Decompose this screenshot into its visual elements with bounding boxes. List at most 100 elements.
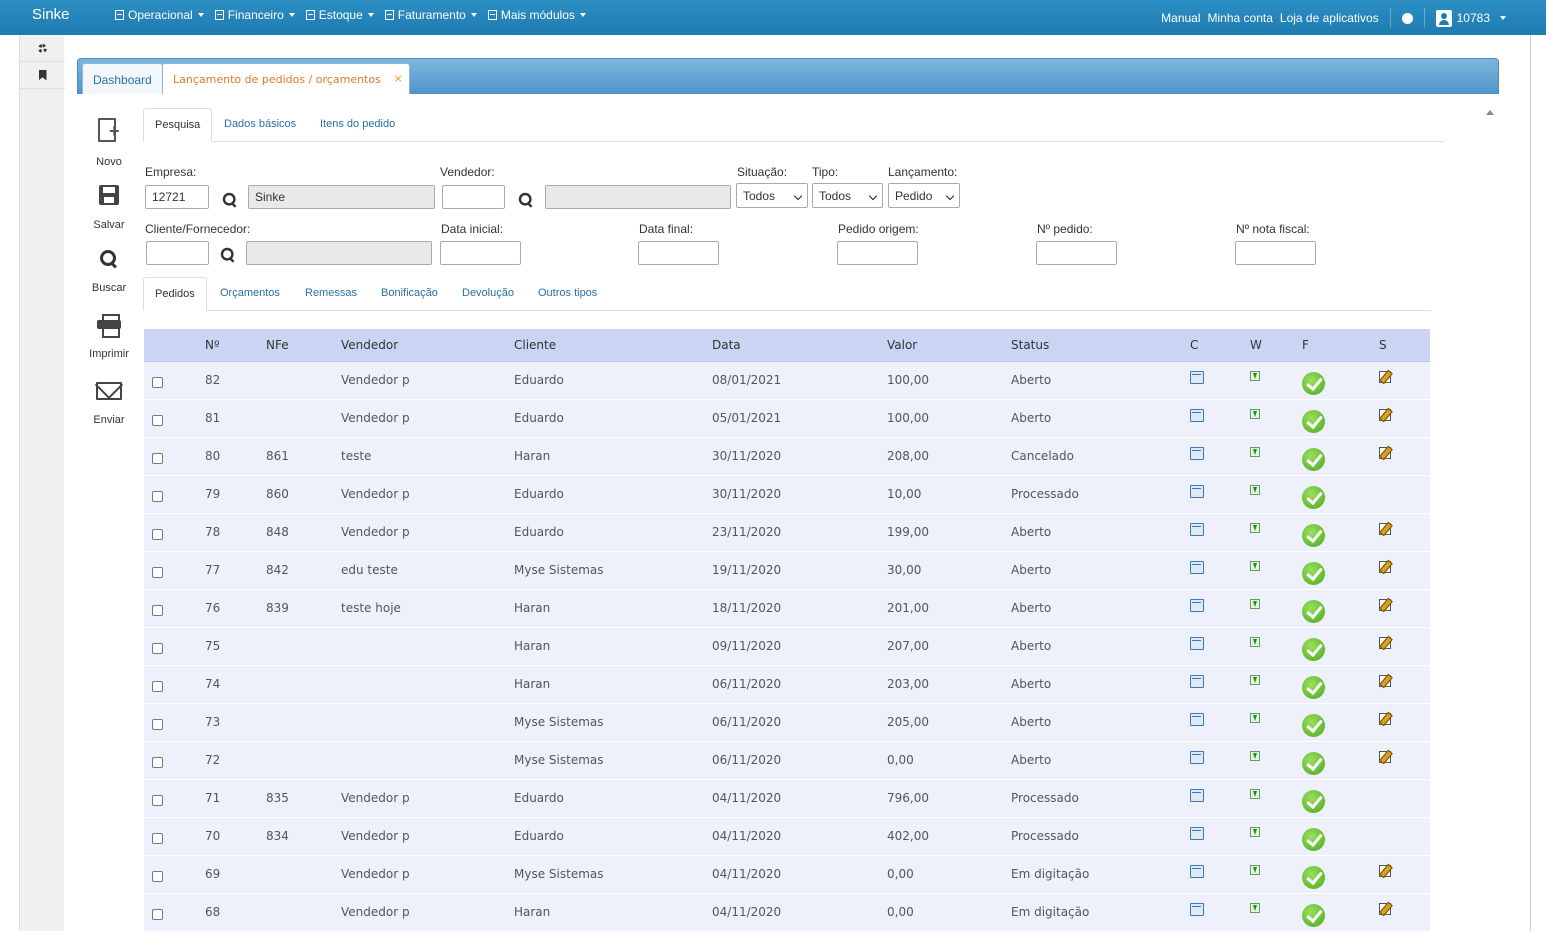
row-checkbox[interactable]	[152, 909, 163, 920]
edit-icon[interactable]	[1379, 409, 1391, 421]
situacao-select[interactable]: Todos	[736, 183, 808, 208]
novo-button[interactable]: Novo	[86, 118, 132, 168]
download-icon[interactable]	[1250, 599, 1260, 609]
menu-estoque[interactable]: Estoque	[305, 8, 374, 22]
download-icon[interactable]	[1250, 447, 1260, 457]
check-circle-icon[interactable]	[1302, 790, 1325, 813]
row-checkbox[interactable]	[152, 643, 163, 654]
row-checkbox[interactable]	[152, 491, 163, 502]
vendedor-search-icon[interactable]	[518, 192, 533, 207]
check-circle-icon[interactable]	[1302, 714, 1325, 737]
vendedor-code-input[interactable]	[442, 185, 505, 209]
table-row[interactable]: 79 860 Vendedor p Eduardo 30/11/2020 10,00 Pro…	[144, 476, 1430, 514]
data-inicial-input[interactable]	[440, 241, 521, 265]
download-icon[interactable]	[1250, 637, 1260, 647]
row-checkbox[interactable]	[152, 833, 163, 844]
check-circle-icon[interactable]	[1302, 676, 1325, 699]
calendar-icon[interactable]	[1190, 409, 1204, 422]
download-icon[interactable]	[1250, 789, 1260, 799]
settings-button[interactable]	[20, 35, 65, 62]
row-checkbox[interactable]	[152, 757, 163, 768]
tab-itens-pedido[interactable]: Itens do pedido	[309, 108, 406, 142]
download-icon[interactable]	[1250, 751, 1260, 761]
empresa-code-input[interactable]	[145, 185, 209, 209]
edit-icon[interactable]	[1379, 865, 1391, 877]
calendar-icon[interactable]	[1190, 865, 1204, 878]
tab-pesquisa[interactable]: Pesquisa	[143, 108, 213, 142]
row-checkbox[interactable]	[152, 681, 163, 692]
tab-remessas[interactable]: Remessas	[294, 277, 368, 311]
menu-financeiro[interactable]: Financeiro	[214, 8, 295, 22]
tab-outros-tipos[interactable]: Outros tipos	[527, 277, 608, 311]
check-circle-icon[interactable]	[1302, 486, 1325, 509]
download-icon[interactable]	[1250, 865, 1260, 875]
close-icon[interactable]: ×	[394, 72, 403, 85]
col-cliente[interactable]: Cliente	[514, 338, 556, 352]
calendar-icon[interactable]	[1190, 485, 1204, 498]
tab-dashboard[interactable]: Dashboard	[82, 63, 163, 94]
manual-link[interactable]: Manual	[1161, 11, 1200, 25]
check-circle-icon[interactable]	[1302, 524, 1325, 547]
check-circle-icon[interactable]	[1302, 448, 1325, 471]
calendar-icon[interactable]	[1190, 637, 1204, 650]
check-circle-icon[interactable]	[1302, 638, 1325, 661]
cliente-search-icon[interactable]	[220, 247, 235, 262]
calendar-icon[interactable]	[1190, 789, 1204, 802]
check-circle-icon[interactable]	[1302, 866, 1325, 889]
calendar-icon[interactable]	[1190, 751, 1204, 764]
calendar-icon[interactable]	[1190, 675, 1204, 688]
check-circle-icon[interactable]	[1302, 372, 1325, 395]
download-icon[interactable]	[1250, 903, 1260, 913]
tab-pedidos[interactable]: Pedidos	[143, 277, 207, 311]
table-row[interactable]: 77 842 edu teste Myse Sistemas 19/11/2020 30,…	[144, 552, 1430, 590]
row-checkbox[interactable]	[152, 529, 163, 540]
num-pedido-input[interactable]	[1036, 241, 1117, 265]
download-icon[interactable]	[1250, 675, 1260, 685]
row-checkbox[interactable]	[152, 605, 163, 616]
check-circle-icon[interactable]	[1302, 904, 1325, 927]
pedido-origem-input[interactable]	[837, 241, 918, 265]
calendar-icon[interactable]	[1190, 523, 1204, 536]
check-circle-icon[interactable]	[1302, 828, 1325, 851]
table-row[interactable]: 68 Vendedor p Haran 04/11/2020 0,00 Em digita…	[144, 894, 1430, 932]
table-row[interactable]: 72 Myse Sistemas 06/11/2020 0,00 Aberto	[144, 742, 1430, 780]
minha-conta-link[interactable]: Minha conta	[1208, 11, 1273, 25]
col-nfe[interactable]: NFe	[266, 338, 289, 352]
check-circle-icon[interactable]	[1302, 410, 1325, 433]
enviar-button[interactable]: Enviar	[86, 382, 132, 426]
menu-operacional[interactable]: Operacional	[115, 8, 204, 22]
loja-aplicativos-link[interactable]: Loja de aplicativos	[1280, 11, 1379, 25]
brand-logo[interactable]: Sinke	[32, 6, 70, 23]
row-checkbox[interactable]	[152, 795, 163, 806]
table-row[interactable]: 69 Vendedor p Myse Sistemas 04/11/2020 0,00 E…	[144, 856, 1430, 894]
calendar-icon[interactable]	[1190, 713, 1204, 726]
cliente-code-input[interactable]	[146, 241, 209, 265]
user-menu[interactable]: 10783	[1435, 9, 1506, 27]
calendar-icon[interactable]	[1190, 827, 1204, 840]
lancamento-select[interactable]: Pedido	[888, 183, 960, 208]
download-icon[interactable]	[1250, 827, 1260, 837]
download-icon[interactable]	[1250, 485, 1260, 495]
scroll-up-arrow-icon[interactable]	[1486, 110, 1494, 115]
calendar-icon[interactable]	[1190, 561, 1204, 574]
row-checkbox[interactable]	[152, 453, 163, 464]
edit-icon[interactable]	[1379, 371, 1391, 383]
table-row[interactable]: 73 Myse Sistemas 06/11/2020 205,00 Aberto	[144, 704, 1430, 742]
row-checkbox[interactable]	[152, 567, 163, 578]
edit-icon[interactable]	[1379, 713, 1391, 725]
check-circle-icon[interactable]	[1302, 562, 1325, 585]
download-icon[interactable]	[1250, 713, 1260, 723]
menu-mais-modulos[interactable]: Mais módulos	[487, 8, 586, 22]
tab-bonificacao[interactable]: Bonificação	[370, 277, 449, 311]
buscar-button[interactable]: Buscar	[86, 250, 132, 294]
download-icon[interactable]	[1250, 523, 1260, 533]
globe-icon[interactable]	[1401, 12, 1413, 24]
empresa-search-icon[interactable]	[222, 192, 237, 207]
bookmark-button[interactable]	[20, 62, 65, 89]
edit-icon[interactable]	[1379, 751, 1391, 763]
edit-icon[interactable]	[1379, 903, 1391, 915]
row-checkbox[interactable]	[152, 377, 163, 388]
calendar-icon[interactable]	[1190, 903, 1204, 916]
row-checkbox[interactable]	[152, 871, 163, 882]
edit-icon[interactable]	[1379, 599, 1391, 611]
